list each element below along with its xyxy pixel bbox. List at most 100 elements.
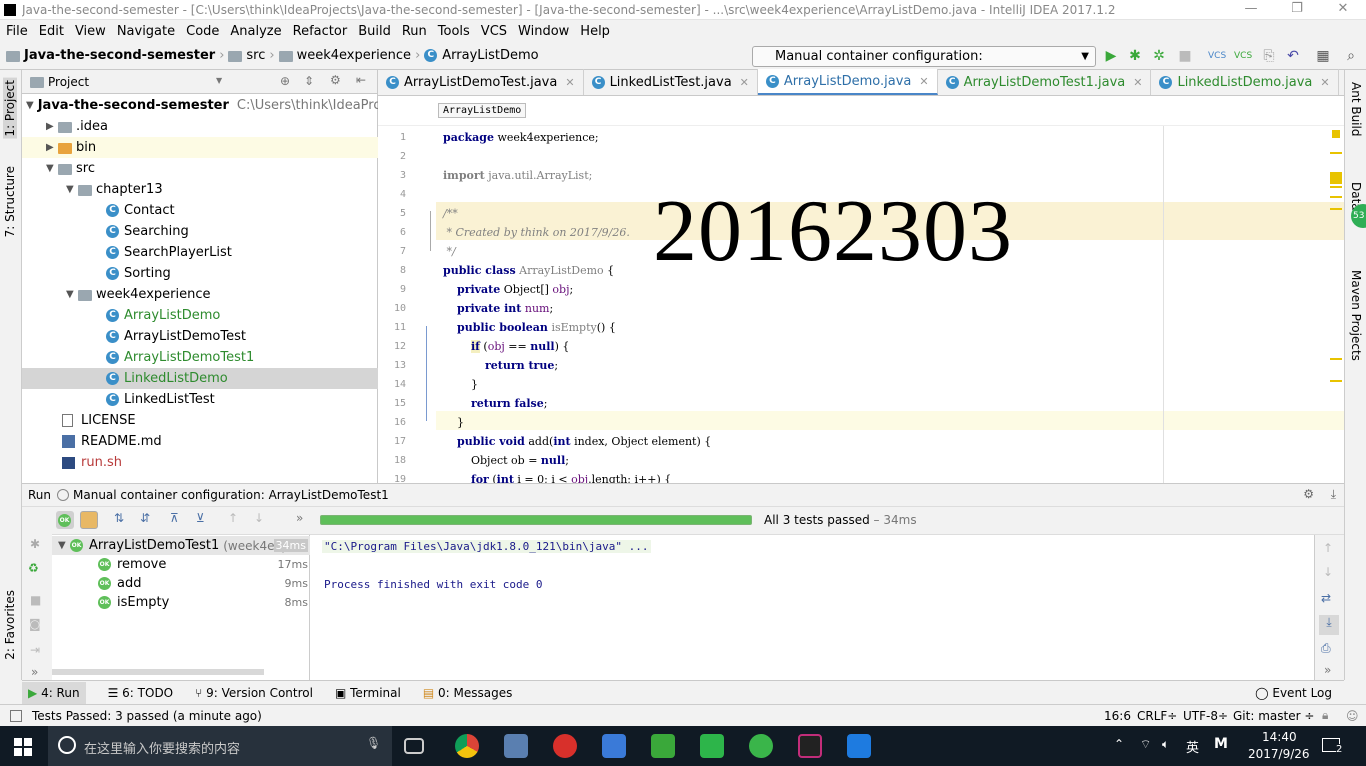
tree-root[interactable]: ▼ Java-the-second-semester C:\Users\thin…: [22, 95, 412, 116]
windows-start-icon[interactable]: [14, 738, 32, 756]
hide-icon[interactable]: ⤓: [1331, 487, 1336, 502]
tree-item-arraylistdemotest[interactable]: C ArrayListDemoTest: [22, 326, 378, 347]
volume-icon[interactable]: 🔈︎: [1162, 737, 1169, 752]
run-panel-config[interactable]: Manual container configuration: ArrayLis…: [73, 488, 389, 502]
close-icon[interactable]: ✕: [1320, 76, 1329, 89]
scroll-down-icon[interactable]: ↓: [1323, 565, 1333, 579]
close-icon[interactable]: ✕: [740, 76, 749, 89]
show-passed-icon[interactable]: OK: [56, 511, 74, 529]
project-panel-title[interactable]: Project: [48, 75, 89, 89]
menu-tools[interactable]: Tools: [438, 24, 470, 39]
tab-linkedlistdemo[interactable]: C LinkedListDemo.java ✕: [1151, 69, 1339, 95]
close-button[interactable]: ✕: [1320, 0, 1366, 20]
history-icon[interactable]: ⎘: [1260, 47, 1278, 65]
console-output[interactable]: "C:\Program Files\Java\jdk1.8.0_121\bin\…: [310, 535, 1314, 680]
collapse-icon[interactable]: ⇕: [304, 74, 314, 88]
stop-icon[interactable]: ■: [30, 593, 41, 607]
exit-icon[interactable]: ⇥: [30, 643, 40, 657]
task-view-icon[interactable]: [404, 738, 424, 754]
iqiyi-icon[interactable]: [700, 734, 724, 758]
tree-item-readme[interactable]: README.md: [22, 431, 378, 452]
menu-navigate[interactable]: Navigate: [117, 24, 175, 39]
tree-item-arraylistdemotest1[interactable]: C ArrayListDemoTest1: [22, 347, 378, 368]
run-panel-label[interactable]: Run: [28, 488, 51, 502]
menu-run[interactable]: Run: [402, 24, 427, 39]
notification-app-icon[interactable]: [847, 734, 871, 758]
network-icon[interactable]: ⌔: [1140, 737, 1151, 752]
tree-item-linkedlisttest[interactable]: C LinkedListTest: [22, 389, 378, 410]
gear-icon[interactable]: ⚙: [1303, 487, 1314, 501]
tree-item-runsh[interactable]: run.sh: [22, 452, 378, 473]
menu-code[interactable]: Code: [186, 24, 219, 39]
test-row[interactable]: OK remove 17ms: [52, 555, 310, 574]
git-branch[interactable]: Git: master ÷: [1233, 709, 1314, 723]
tab-linkedlisttest[interactable]: C LinkedListTest.java ✕: [584, 69, 758, 95]
ime-indicator[interactable]: 英: [1186, 737, 1199, 756]
menu-help[interactable]: Help: [580, 24, 610, 39]
vcs-update-icon[interactable]: VCS: [1208, 47, 1226, 65]
app-icon[interactable]: [504, 734, 528, 758]
tree-item-bin[interactable]: ▶ bin: [22, 137, 378, 158]
scroll-to-end-icon[interactable]: ⤓: [1319, 615, 1339, 635]
locate-icon[interactable]: ⊕: [280, 74, 290, 88]
revert-icon[interactable]: ↶: [1284, 47, 1302, 65]
lock-icon[interactable]: 🔒︎: [1322, 708, 1328, 723]
expand-all-icon[interactable]: ⊼: [170, 511, 179, 525]
tab-ant-build[interactable]: Ant Build: [1349, 82, 1363, 136]
print-icon[interactable]: ⎙: [1321, 641, 1331, 656]
search-icon[interactable]: ⌕: [1342, 47, 1360, 65]
more-icon[interactable]: »: [1324, 663, 1331, 677]
breadcrumb-src[interactable]: src: [246, 48, 265, 63]
close-icon[interactable]: ✕: [919, 75, 928, 88]
sort-duration-icon[interactable]: ⇵: [140, 511, 150, 525]
tab-arraylistdemo[interactable]: C ArrayListDemo.java ✕: [757, 69, 938, 95]
test-row[interactable]: OK add 9ms: [52, 574, 310, 593]
menu-build[interactable]: Build: [358, 24, 391, 39]
taskbar-search-box[interactable]: 在这里输入你要搜索的内容 🎙︎: [48, 726, 392, 766]
menu-refactor[interactable]: Refactor: [293, 24, 348, 39]
menu-vcs[interactable]: VCS: [481, 24, 507, 39]
clock-time[interactable]: 14:40: [1262, 730, 1297, 744]
tree-item-linkedlistdemo[interactable]: C LinkedListDemo: [22, 368, 378, 389]
chevron-down-icon[interactable]: ▼: [216, 76, 222, 85]
camera-icon[interactable]: ◙: [29, 617, 41, 631]
intellij-icon[interactable]: [798, 734, 822, 758]
tree-item-src[interactable]: ▼ src: [22, 158, 378, 179]
menu-window[interactable]: Window: [518, 24, 569, 39]
tool-window-run[interactable]: ▶ 4: Run: [22, 681, 86, 704]
debug-icon[interactable]: ✱: [30, 537, 40, 551]
menu-edit[interactable]: Edit: [39, 24, 64, 39]
tree-item-arraylistdemo[interactable]: C ArrayListDemo: [22, 305, 378, 326]
chrome-icon[interactable]: [455, 734, 479, 758]
microphone-icon[interactable]: 🎙︎: [366, 736, 381, 750]
tree-item-searching[interactable]: C Searching: [22, 221, 378, 242]
sort-alpha-icon[interactable]: ⇅: [114, 511, 124, 525]
maximize-button[interactable]: ❐: [1274, 0, 1320, 20]
editor-breadcrumb-class[interactable]: ArrayListDemo: [438, 103, 527, 118]
test-row[interactable]: OK isEmpty 8ms: [52, 593, 310, 612]
ime-mode-icon[interactable]: M: [1214, 736, 1228, 752]
tree-item-license[interactable]: LICENSE: [22, 410, 378, 431]
soft-wrap-icon[interactable]: ⇄: [1321, 591, 1331, 605]
evernote-icon[interactable]: [651, 734, 675, 758]
show-hidden-icons[interactable]: ⌃: [1114, 737, 1124, 751]
vcs-commit-icon[interactable]: VCS: [1234, 47, 1252, 65]
menu-analyze[interactable]: Analyze: [230, 24, 281, 39]
tab-arraylistdemotest1[interactable]: C ArrayListDemoTest1.java ✕: [938, 69, 1152, 95]
breadcrumb-package[interactable]: week4experience: [297, 48, 411, 63]
status-message[interactable]: Tests Passed: 3 passed (a minute ago): [32, 709, 262, 723]
tree-item-sorting[interactable]: C Sorting: [22, 263, 378, 284]
file-encoding[interactable]: UTF-8÷: [1183, 709, 1228, 723]
tree-item-week4experience[interactable]: ▼ week4experience: [22, 284, 378, 305]
restore-icon[interactable]: ♻: [28, 561, 39, 575]
breadcrumb-project[interactable]: Java-the-second-semester: [24, 48, 215, 63]
debug-icon[interactable]: ✱: [1126, 47, 1144, 65]
previous-test-icon[interactable]: ↑: [228, 511, 238, 525]
inspection-indicator-icon[interactable]: [1332, 130, 1340, 138]
inspector-icon[interactable]: ☺: [1346, 709, 1359, 723]
tool-window-event-log[interactable]: ◯ Event Log: [1255, 686, 1332, 700]
browser-360-icon[interactable]: [749, 734, 773, 758]
menu-file[interactable]: File: [6, 24, 28, 39]
tab-arraylistdemotest[interactable]: C ArrayListDemoTest.java ✕: [378, 69, 584, 95]
status-toggle-icon[interactable]: [10, 709, 22, 722]
